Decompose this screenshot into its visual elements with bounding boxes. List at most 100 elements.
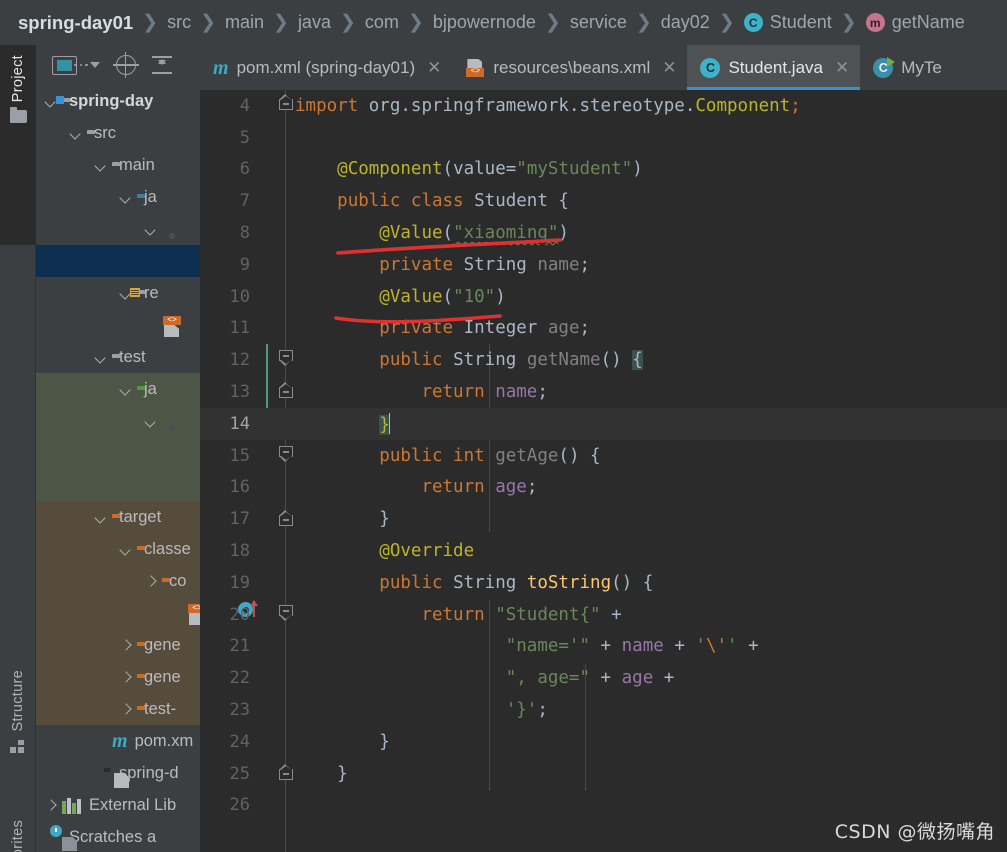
- code-line-20[interactable]: 20 return "Student{" +: [200, 599, 1007, 631]
- code-line-17[interactable]: 17 }: [200, 503, 1007, 535]
- tree-item-main[interactable]: main: [36, 149, 200, 181]
- chevron-down-icon[interactable]: [119, 383, 132, 396]
- code-line-4[interactable]: 4 import org.springframework.stereotype.C…: [200, 90, 1007, 122]
- editor-tab-pom-xml-spring-day01-[interactable]: m pom.xml (spring-day01) ✕: [200, 45, 452, 90]
- code-line-21[interactable]: 21 "name='" + name + '\'' +: [200, 631, 1007, 663]
- chevron-right-icon[interactable]: [119, 703, 132, 716]
- breadcrumb-item-main[interactable]: main: [225, 12, 264, 33]
- code-line-15[interactable]: 15 public int getAge() {: [200, 440, 1007, 472]
- code-line-23[interactable]: 23 '}';: [200, 694, 1007, 726]
- code-line-7[interactable]: 7 public class Student {: [200, 185, 1007, 217]
- code-line-12[interactable]: 12 public String getName() {: [200, 344, 1007, 376]
- collapse-all-icon[interactable]: [151, 55, 172, 75]
- editor-tab-resources-beans-xml[interactable]: <> resources\beans.xml ✕: [452, 45, 687, 90]
- breadcrumb-item-getname[interactable]: m getName: [865, 12, 965, 33]
- line-number: 16: [229, 477, 250, 498]
- project-tree: spring-day src main ja re <> test ja target class…: [36, 85, 200, 852]
- chevron-down-icon[interactable]: [94, 351, 107, 364]
- chevron-down-icon[interactable]: [69, 127, 82, 140]
- chevron-down-icon[interactable]: [119, 543, 132, 556]
- locate-file-icon[interactable]: [112, 52, 139, 78]
- breadcrumb-item-label: main: [225, 12, 265, 32]
- tool-button-favorites[interactable]: vorites: [0, 820, 36, 852]
- close-icon[interactable]: ✕: [835, 59, 849, 76]
- tree-item-pom-xm[interactable]: m pom.xm: [36, 725, 200, 757]
- breadcrumb-item-bjpowernode[interactable]: bjpowernode: [433, 12, 536, 33]
- breadcrumb-item-student[interactable]: C Student: [743, 12, 832, 33]
- tree-item-co[interactable]: co: [36, 565, 200, 597]
- chevron-right-icon[interactable]: [119, 639, 132, 652]
- tree-item-row-11[interactable]: [36, 437, 200, 469]
- breadcrumb-item-java[interactable]: java: [298, 12, 331, 33]
- chevron-down-icon[interactable]: [144, 415, 157, 428]
- close-icon[interactable]: ✕: [427, 59, 441, 76]
- tree-item-spring-day[interactable]: spring-day: [36, 85, 200, 117]
- tree-item-label: gene: [144, 635, 181, 654]
- breadcrumb-item-com[interactable]: com: [365, 12, 399, 33]
- tree-item-ja[interactable]: ja: [36, 373, 200, 405]
- structure-icon: [10, 739, 26, 753]
- editor-tab-myte[interactable]: C MyTe: [860, 45, 953, 90]
- chevron-right-icon[interactable]: [119, 671, 132, 684]
- breadcrumb-item-service[interactable]: service: [570, 12, 627, 33]
- project-view-selector[interactable]: [52, 55, 100, 75]
- tree-item-row-5[interactable]: [36, 245, 200, 277]
- tree-item-gene[interactable]: gene: [36, 661, 200, 693]
- tree-item-be[interactable]: <>be: [36, 597, 200, 629]
- tree-item-row-12[interactable]: [36, 469, 200, 501]
- line-number: 9: [239, 254, 250, 275]
- chevron-down-icon[interactable]: [119, 191, 132, 204]
- breadcrumb-item-spring-day01[interactable]: spring-day01: [18, 12, 133, 34]
- tree-item-classe[interactable]: classe: [36, 533, 200, 565]
- code-line-18[interactable]: 18 @Override: [200, 535, 1007, 567]
- breadcrumb-item-src[interactable]: src: [167, 12, 191, 33]
- code-line-25[interactable]: 25 }: [200, 758, 1007, 790]
- breadcrumb-item-day02[interactable]: day02: [661, 12, 710, 33]
- code-editor[interactable]: 4 import org.springframework.stereotype.C…: [200, 90, 1007, 852]
- tree-item-re[interactable]: re: [36, 277, 200, 309]
- tree-item-ja[interactable]: ja: [36, 181, 200, 213]
- chevron-down-icon[interactable]: [94, 511, 107, 524]
- code-line-9[interactable]: 9 private String name;: [200, 249, 1007, 281]
- code-line-14[interactable]: 14 }: [200, 407, 1007, 440]
- chevron-down-icon[interactable]: [144, 223, 157, 236]
- editor-tab-student-java[interactable]: C Student.java ✕: [687, 45, 861, 90]
- code-text: @Override: [379, 541, 475, 562]
- code-line-22[interactable]: 22 ", age=" + age +: [200, 662, 1007, 694]
- code-line-11[interactable]: 11 private Integer age;: [200, 313, 1007, 345]
- close-icon[interactable]: ✕: [662, 59, 676, 76]
- no-toggle: [169, 607, 182, 620]
- tree-item-src[interactable]: src: [36, 117, 200, 149]
- maven-icon: m: [213, 56, 229, 79]
- tree-item-gene[interactable]: gene: [36, 629, 200, 661]
- tree-item-label: target: [119, 507, 162, 526]
- code-text: "name='" + name + '\'' +: [505, 636, 759, 657]
- code-content[interactable]: 4 import org.springframework.stereotype.C…: [200, 90, 1007, 821]
- breadcrumb-separator: ❯: [273, 12, 289, 33]
- tree-item-test-[interactable]: test-: [36, 693, 200, 725]
- chevron-right-icon[interactable]: [144, 575, 157, 588]
- tree-item-row-7[interactable]: <>: [36, 309, 200, 341]
- code-line-5[interactable]: 5: [200, 122, 1007, 154]
- code-line-19[interactable]: 19 public String toString() {: [200, 567, 1007, 599]
- tree-item-scratches-a[interactable]: Scratches a: [36, 821, 200, 852]
- code-line-8[interactable]: 8 @Value("xiaoming"): [200, 217, 1007, 249]
- tool-button-structure[interactable]: Structure: [0, 670, 36, 753]
- tree-item-target[interactable]: target: [36, 501, 200, 533]
- code-line-16[interactable]: 16 return age;: [200, 472, 1007, 504]
- tree-item-external-lib[interactable]: External Lib: [36, 789, 200, 821]
- tree-item-row-4[interactable]: [36, 213, 200, 245]
- editor-tab-label: Student.java: [728, 57, 823, 77]
- code-line-6[interactable]: 6 @Component(value="myStudent"): [200, 154, 1007, 186]
- tool-button-project[interactable]: Project: [0, 45, 36, 245]
- code-text: public String toString() {: [379, 572, 654, 593]
- code-line-10[interactable]: 10 @Value("10"): [200, 281, 1007, 313]
- tree-item-test[interactable]: test: [36, 341, 200, 373]
- chevron-down-icon[interactable]: [94, 159, 107, 172]
- tree-item-spring-d[interactable]: spring-d: [36, 757, 200, 789]
- code-line-24[interactable]: 24 }: [200, 726, 1007, 758]
- code-line-13[interactable]: 13 return name;: [200, 376, 1007, 408]
- tree-item-row-10[interactable]: [36, 405, 200, 437]
- chevron-right-icon[interactable]: [44, 799, 57, 812]
- line-number: 18: [229, 541, 250, 562]
